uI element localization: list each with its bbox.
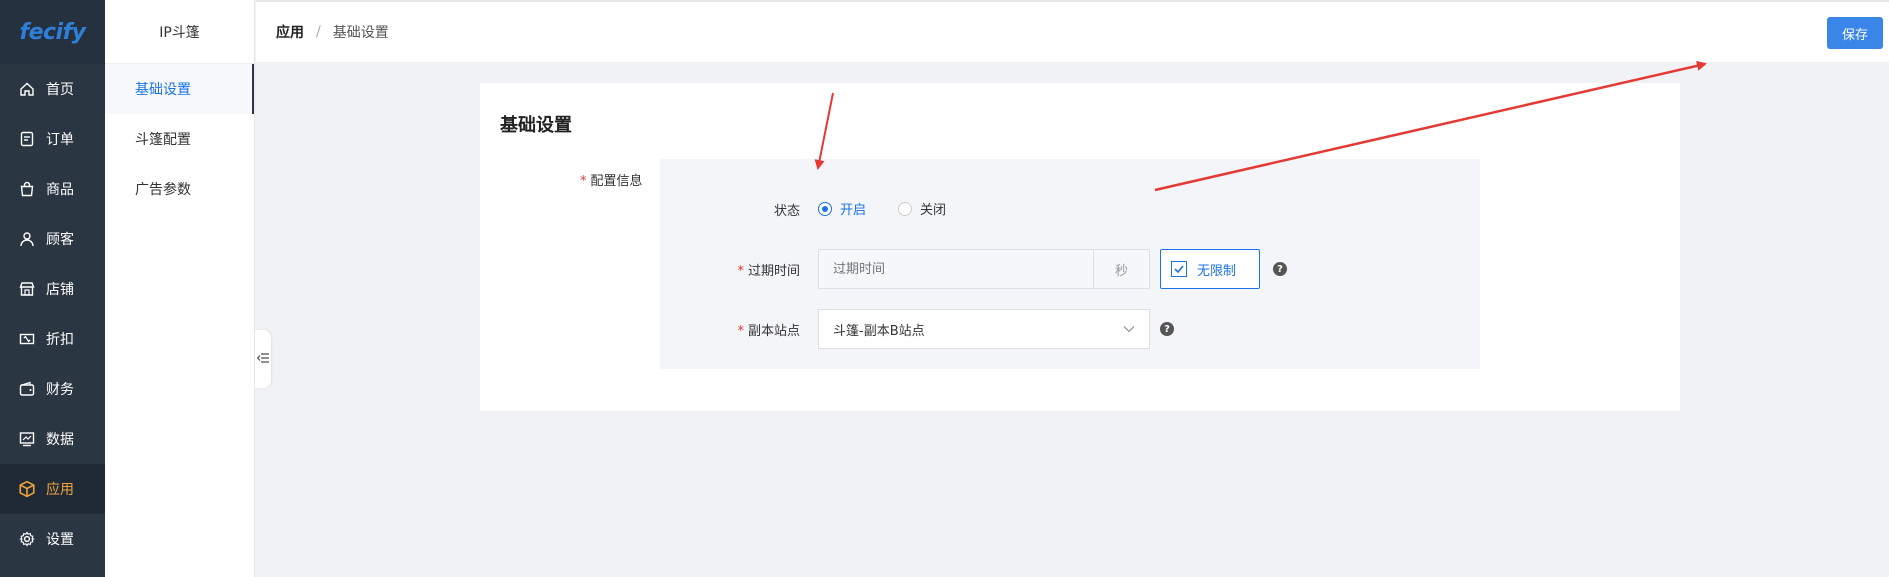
help-icon[interactable]: ?: [1160, 322, 1174, 336]
gear-icon: [18, 530, 36, 548]
nav-item-orders[interactable]: 订单: [0, 114, 105, 164]
card-title: 基础设置: [500, 115, 572, 136]
nav-item-stores[interactable]: 店铺: [0, 264, 105, 314]
store-icon: [18, 280, 36, 298]
required-marker: *: [580, 174, 587, 189]
user-icon: [18, 230, 36, 248]
breadcrumb-apps[interactable]: 应用: [276, 22, 304, 42]
ticket-icon: [18, 330, 36, 348]
order-icon: [18, 130, 36, 148]
mirror-site-select[interactable]: 斗篷-副本B站点: [818, 309, 1150, 349]
nav-item-label: 财务: [46, 382, 74, 398]
save-button[interactable]: 保存: [1827, 17, 1883, 49]
expire-label: * 过期时间: [670, 260, 800, 279]
bag-icon: [18, 180, 36, 198]
required-marker: *: [737, 324, 744, 339]
nav-item-discounts[interactable]: 折扣: [0, 314, 105, 364]
nav-item-label: 顾客: [46, 232, 74, 248]
nav-item-label: 折扣: [46, 332, 74, 348]
nav-item-label: 订单: [46, 132, 74, 148]
check-icon: [1171, 261, 1187, 277]
logo[interactable]: fecify: [0, 0, 105, 64]
status-radio-on[interactable]: 开启: [818, 199, 866, 218]
nav-item-finance[interactable]: 财务: [0, 364, 105, 414]
expire-time-input[interactable]: [819, 250, 1093, 288]
seconds-suffix: 秒: [1093, 250, 1149, 288]
nav-item-label: 应用: [46, 482, 74, 498]
chart-icon: [18, 430, 36, 448]
breadcrumb-current: 基础设置: [332, 25, 389, 41]
nav-item-data[interactable]: 数据: [0, 414, 105, 464]
status-label: 状态: [670, 200, 800, 219]
breadcrumb-separator: /: [316, 24, 321, 40]
help-icon[interactable]: ?: [1273, 262, 1287, 276]
submenu-item-cloak-config[interactable]: 斗篷配置: [105, 114, 254, 164]
collapse-sidebar-button[interactable]: [255, 330, 271, 388]
mirror-site-label-text: 副本站点: [747, 324, 800, 339]
submenu-item-ad-params[interactable]: 广告参数: [105, 164, 254, 214]
config-info-label: * 配置信息: [580, 170, 643, 189]
settings-card: 基础设置 *配置信息 状态 开启 关闭 *过期时间 秒 无: [480, 83, 1680, 411]
unlimited-checkbox[interactable]: 无限制: [1160, 249, 1260, 289]
main-nav: fecify 首页 订单 商品 顾客 店铺 折扣 财务 数据 应用 设置: [0, 0, 105, 577]
unlimited-label: 无限制: [1197, 263, 1237, 279]
status-label-text: 状态: [773, 204, 800, 219]
nav-item-label: 商品: [46, 182, 74, 198]
sub-menu: IP斗篷 基础设置 斗篷配置 广告参数: [105, 0, 255, 577]
nav-item-home[interactable]: 首页: [0, 64, 105, 114]
config-panel: 状态 开启 关闭 *过期时间 秒 无限制 ? *副本站点: [660, 159, 1480, 369]
home-icon: [18, 80, 36, 98]
top-bar: 应用 / 基础设置 保存: [256, 0, 1889, 62]
radio-checked-icon: [818, 201, 832, 216]
logo-text: fecify: [19, 19, 87, 45]
expire-label-text: 过期时间: [747, 264, 800, 279]
nav-item-settings[interactable]: 设置: [0, 514, 105, 564]
cube-icon: [18, 480, 36, 498]
chevron-down-icon: [1123, 322, 1135, 337]
nav-item-label: 店铺: [46, 282, 74, 298]
mirror-site-value: 斗篷-副本B站点: [833, 323, 925, 339]
radio-unchecked-icon: [898, 201, 913, 216]
wallet-icon: [18, 380, 36, 398]
status-radio-group: 开启 关闭: [818, 199, 978, 218]
nav-item-apps[interactable]: 应用: [0, 464, 105, 514]
status-radio-off[interactable]: 关闭: [898, 199, 946, 218]
nav-item-label: 数据: [46, 432, 74, 448]
submenu-item-basic-settings[interactable]: 基础设置: [105, 64, 254, 114]
radio-label: 关闭: [920, 203, 947, 218]
mirror-site-label: * 副本站点: [670, 320, 800, 339]
collapse-icon: [256, 351, 269, 367]
expire-input-group: 秒: [818, 249, 1150, 289]
nav-item-label: 设置: [46, 532, 74, 548]
config-info-text: 配置信息: [590, 174, 643, 189]
nav-item-label: 首页: [46, 82, 74, 98]
submenu-title: IP斗篷: [105, 0, 254, 64]
nav-item-customers[interactable]: 顾客: [0, 214, 105, 264]
nav-item-products[interactable]: 商品: [0, 164, 105, 214]
required-marker: *: [737, 264, 744, 279]
radio-label: 开启: [840, 203, 867, 218]
